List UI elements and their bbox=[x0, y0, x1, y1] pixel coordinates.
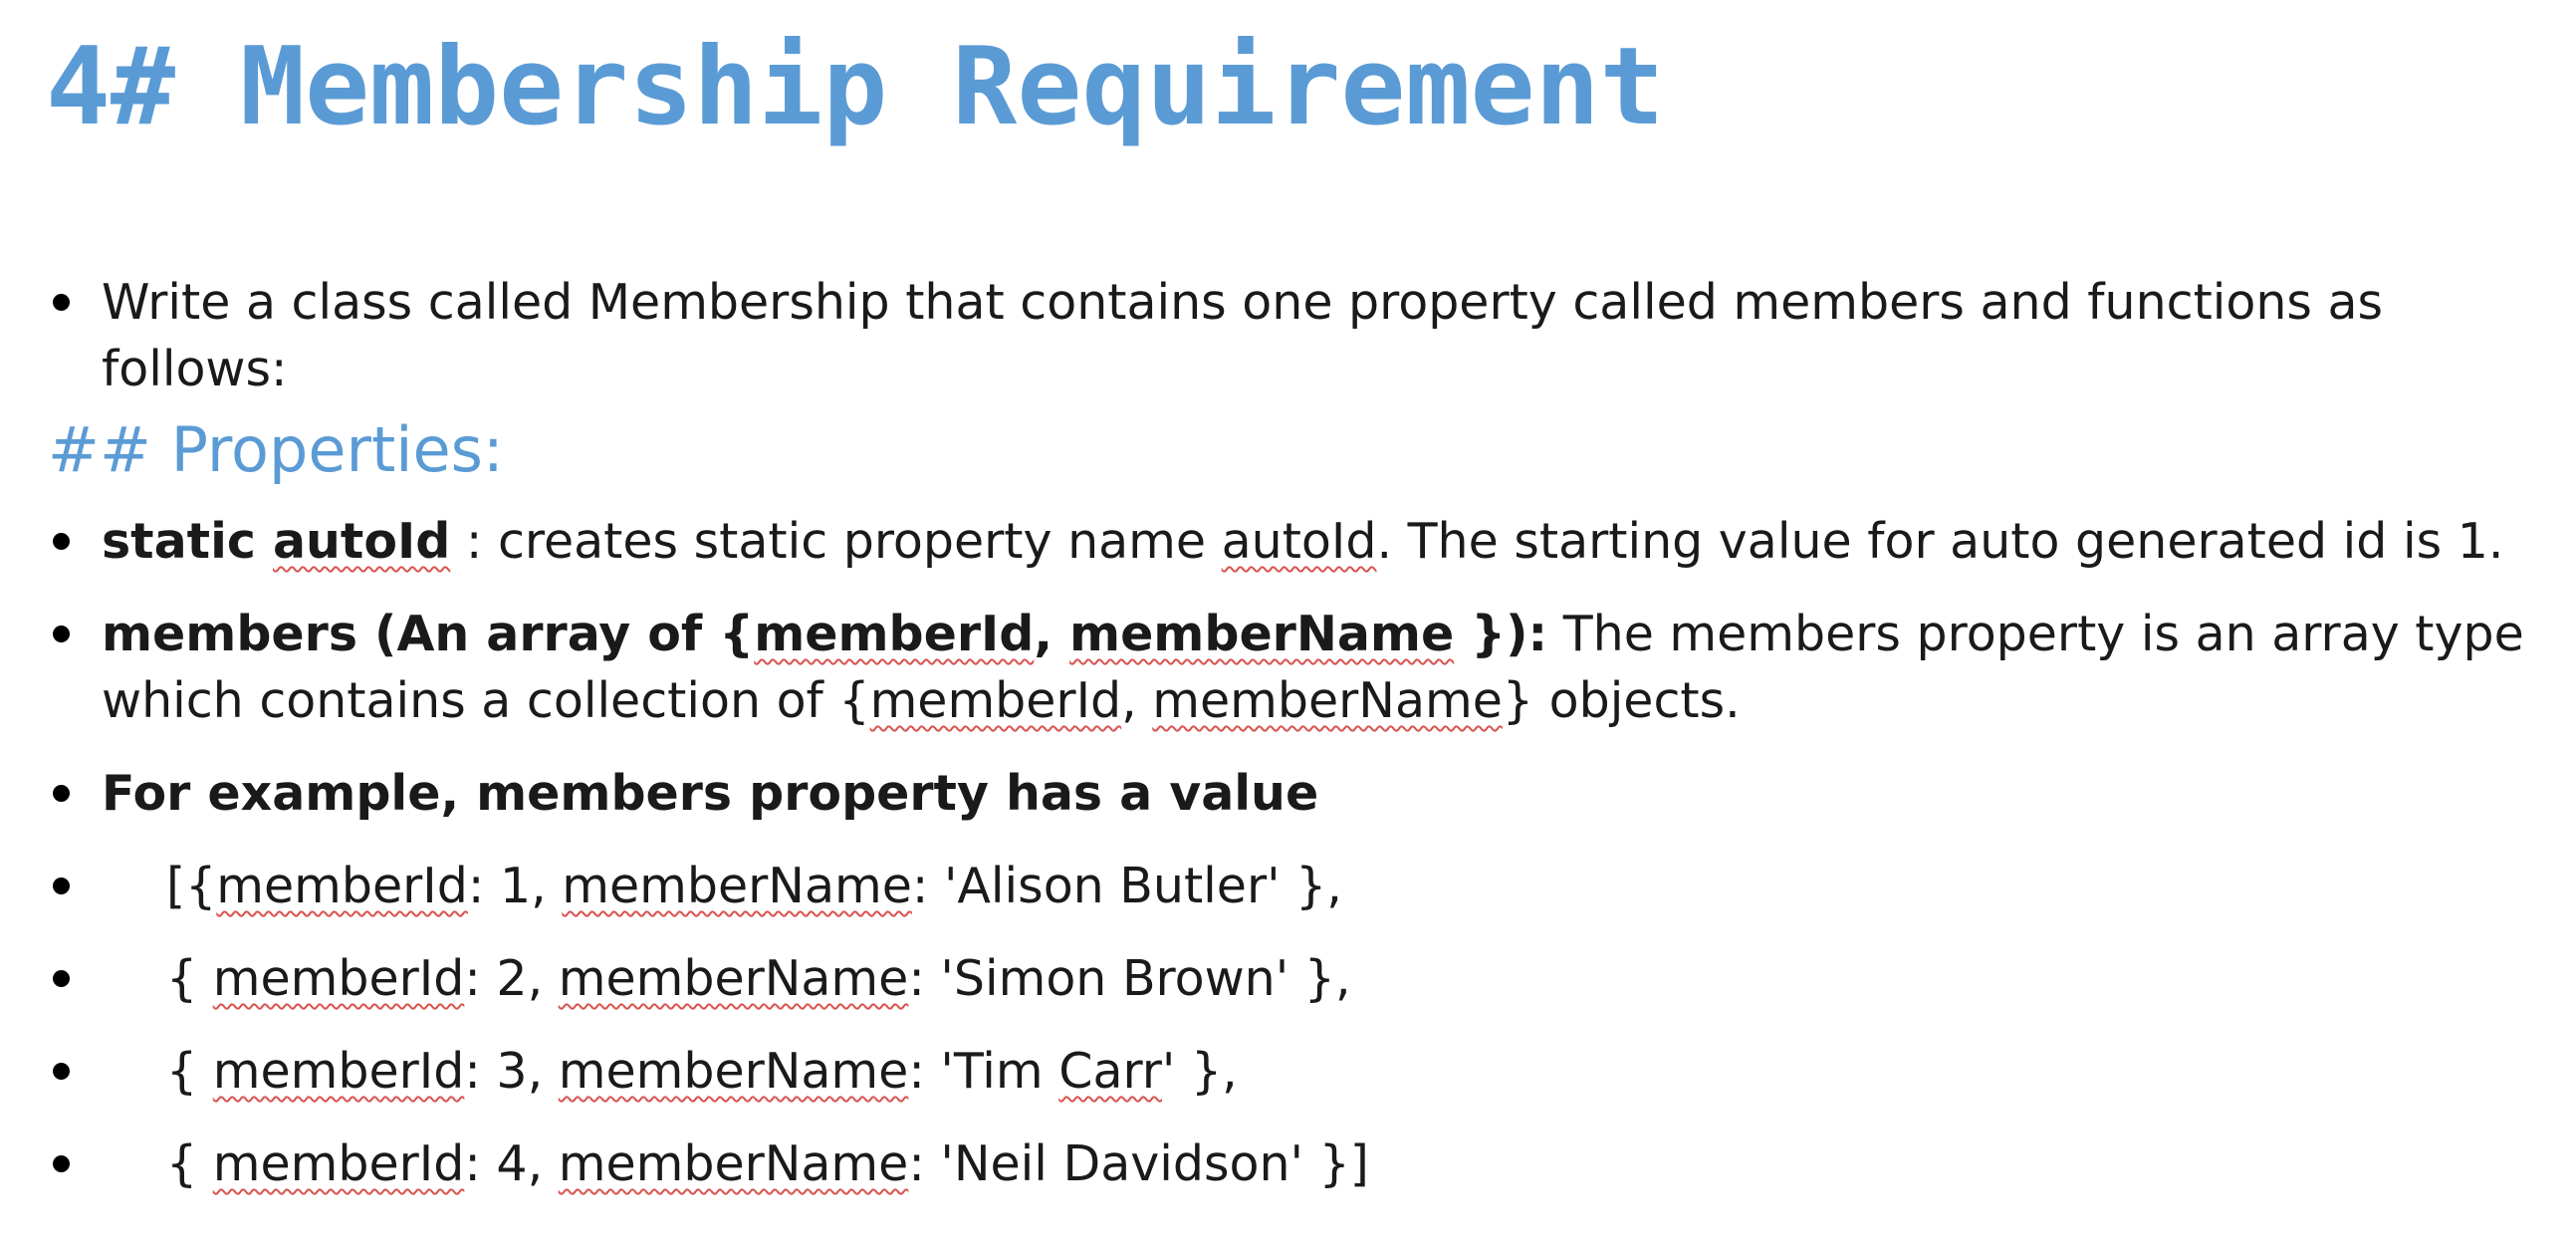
members-bold-1: members (An array of { bbox=[102, 606, 755, 662]
members-bold-3: }): bbox=[1454, 606, 1548, 662]
row-key-member-name: memberName bbox=[558, 1043, 909, 1100]
row-mid-1: : 1, bbox=[467, 858, 563, 914]
members-w1: memberId bbox=[869, 672, 1122, 729]
autoid-text-2: . The starting value for auto generated … bbox=[1376, 513, 2504, 570]
row-key-member-name: memberName bbox=[562, 858, 912, 914]
properties-heading: ## Properties: bbox=[48, 413, 504, 486]
members-text-2: , bbox=[1121, 672, 1153, 729]
example-intro-bullet: For example, members property has a valu… bbox=[48, 760, 2537, 827]
example-row-1: [{memberId: 1, memberName: 'Alison Butle… bbox=[48, 853, 2537, 919]
members-bold-w2: memberName bbox=[1069, 606, 1455, 662]
slide: 4# Membership Requirement Write a class … bbox=[0, 0, 2576, 1255]
slide-content: Write a class called Membership that con… bbox=[48, 269, 2537, 1197]
row-key-member-id: memberId bbox=[212, 1043, 465, 1100]
autoid-bold-word: autoId bbox=[272, 513, 451, 570]
row-key-member-name: memberName bbox=[558, 950, 909, 1007]
row-key-member-id: memberId bbox=[212, 1135, 465, 1192]
intro-bullet: Write a class called Membership that con… bbox=[48, 269, 2537, 402]
members-w2: memberName bbox=[1152, 672, 1503, 729]
row-open: [{ bbox=[166, 858, 217, 914]
row-mid-2: : 'Alison Butler' }, bbox=[911, 858, 1342, 914]
row-mid-1: : 3, bbox=[464, 1043, 559, 1100]
intro-text: Write a class called Membership that con… bbox=[102, 274, 2384, 397]
example-row-4: { memberId: 4, memberName: 'Neil Davidso… bbox=[48, 1130, 2537, 1197]
members-bold-w1: memberId bbox=[754, 606, 1035, 662]
autoid-text-1: : creates static property name bbox=[450, 513, 1222, 570]
row-mid-1: : 4, bbox=[464, 1135, 559, 1192]
example-intro-text: For example, members property has a valu… bbox=[102, 765, 1319, 822]
slide-title: 4# Membership Requirement bbox=[46, 25, 1665, 149]
row-key-member-id: memberId bbox=[216, 858, 468, 914]
row-open: { bbox=[166, 1043, 213, 1100]
row-mid-3: ' }, bbox=[1161, 1043, 1238, 1100]
members-text-3: } objects. bbox=[1502, 672, 1741, 729]
row-mid-1: : 2, bbox=[464, 950, 559, 1007]
autoid-bold-prefix: static bbox=[102, 513, 273, 570]
row-open: { bbox=[166, 950, 213, 1007]
row-mid-2: : 'Tim bbox=[908, 1043, 1059, 1100]
members-bullet: members (An array of {memberId, memberNa… bbox=[48, 601, 2537, 734]
row-key-member-name: memberName bbox=[558, 1135, 909, 1192]
row-carr-word: Carr bbox=[1058, 1043, 1162, 1100]
members-bold-2: , bbox=[1034, 606, 1070, 662]
autoid-bullet: static autoId : creates static property … bbox=[48, 508, 2537, 575]
row-mid-2: : 'Simon Brown' }, bbox=[908, 950, 1351, 1007]
example-row-2: { memberId: 2, memberName: 'Simon Brown'… bbox=[48, 945, 2537, 1012]
autoid-word: autoId bbox=[1221, 513, 1377, 570]
row-key-member-id: memberId bbox=[212, 950, 465, 1007]
row-open: { bbox=[166, 1135, 213, 1192]
example-row-3: { memberId: 3, memberName: 'Tim Carr' }, bbox=[48, 1038, 2537, 1105]
row-mid-2: : 'Neil Davidson' }] bbox=[908, 1135, 1369, 1192]
